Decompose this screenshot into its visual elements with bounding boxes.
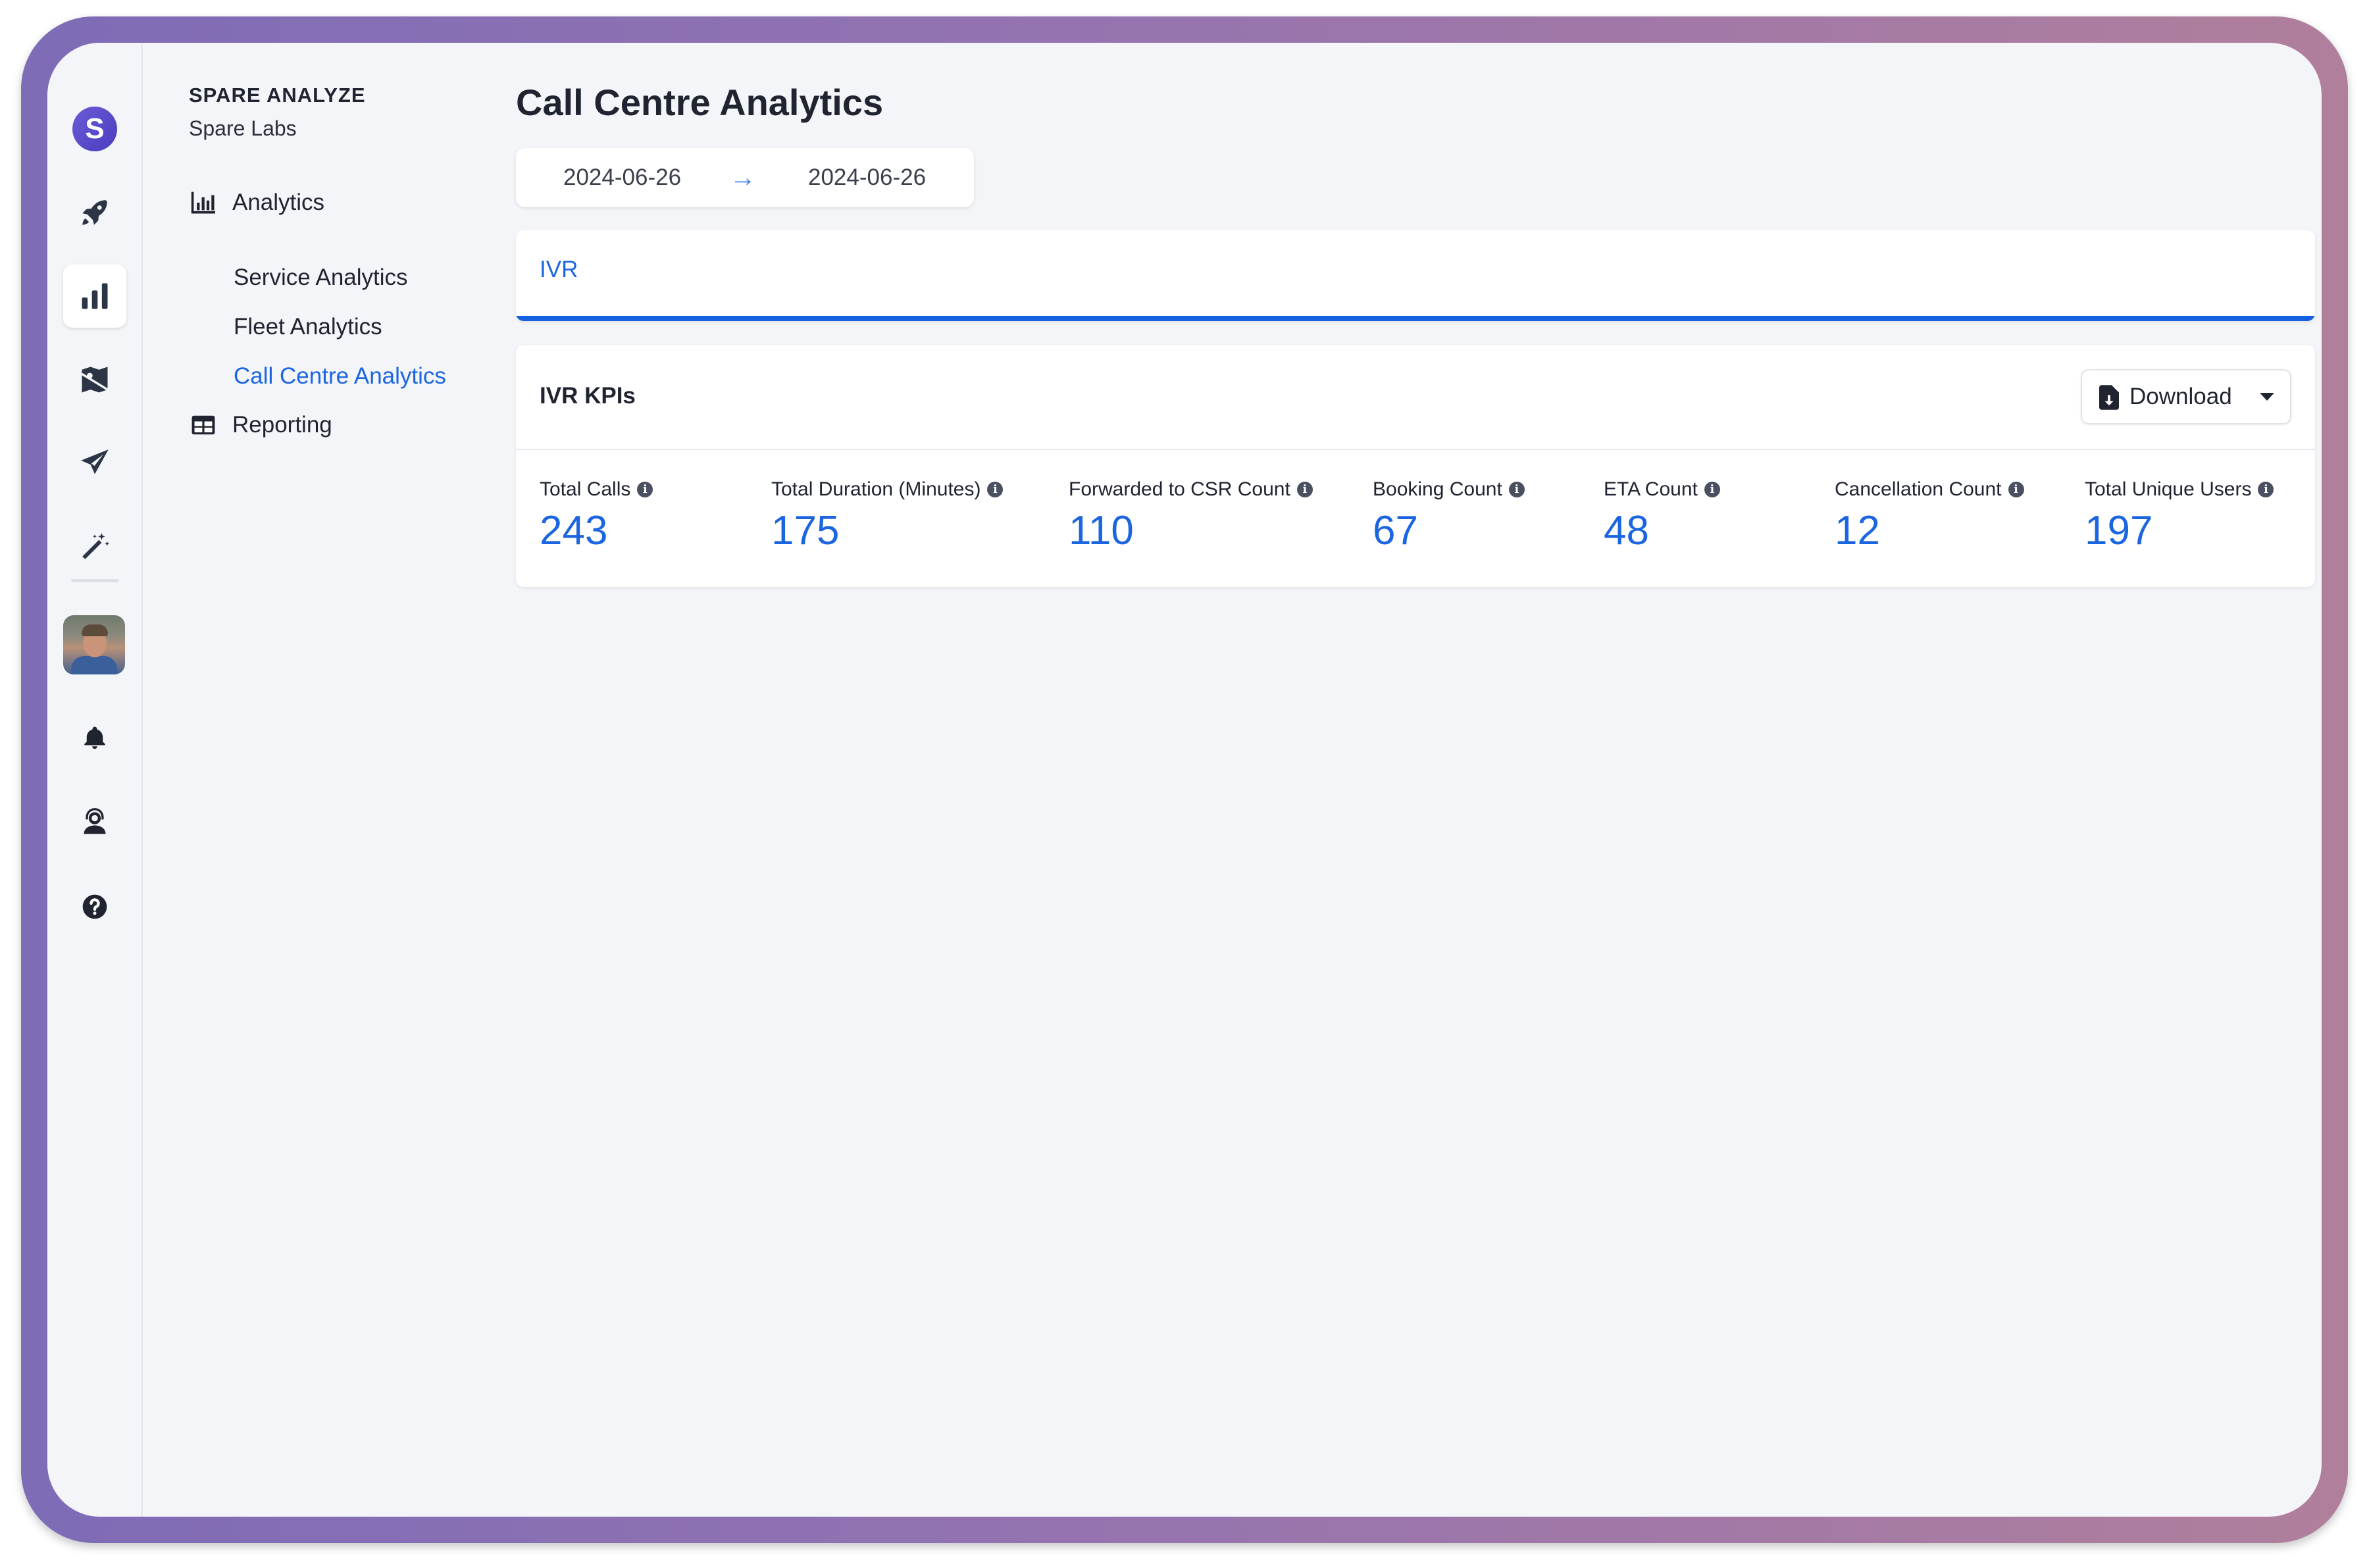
kpi-label: ETA Count [1604, 478, 1698, 500]
kpi-section-title: IVR KPIs [540, 383, 636, 409]
kpi-value: 48 [1604, 508, 1649, 553]
nav-reporting-label: Reporting [232, 412, 332, 438]
device-frame: S SPARE ANALYZE Spare Labs Analytics Ser… [21, 16, 2348, 1543]
bar-chart-icon[interactable] [63, 265, 126, 328]
info-icon[interactable]: i [2258, 482, 2274, 497]
analytics-chart-icon [189, 188, 218, 217]
kpi-value: 67 [1373, 508, 1418, 553]
app-window: S SPARE ANALYZE Spare Labs Analytics Ser… [47, 43, 2322, 1517]
kpi-label: Total Unique Users [2085, 478, 2252, 500]
page-title: Call Centre Analytics [516, 82, 884, 123]
tab-ivr[interactable]: IVR [540, 257, 578, 283]
bell-icon[interactable] [63, 707, 126, 770]
kpi-value: 110 [1069, 508, 1134, 553]
info-icon[interactable]: i [1704, 482, 1720, 497]
user-avatar[interactable] [63, 615, 125, 674]
arrow-right-icon: → [730, 163, 756, 192]
tabs-bar: IVR [516, 230, 2315, 321]
info-icon[interactable]: i [2008, 482, 2024, 497]
rocket-icon[interactable] [63, 181, 126, 244]
map-icon[interactable] [63, 348, 126, 411]
nav-reporting[interactable]: Reporting [189, 409, 332, 442]
date-end-input[interactable]: 2024-06-26 [808, 164, 926, 191]
kpi-total-calls: Total Calls i 243 [540, 476, 653, 551]
nav-fleet-analytics[interactable]: Fleet Analytics [234, 314, 382, 340]
kpi-total-duration: Total Duration (Minutes) i 175 [771, 476, 1004, 553]
date-range-picker[interactable]: 2024-06-26 → 2024-06-26 [516, 148, 974, 207]
info-icon[interactable]: i [1296, 482, 1313, 497]
kpi-value: 12 [1835, 508, 1880, 553]
spare-logo-button[interactable]: S [63, 97, 126, 161]
info-icon[interactable]: i [637, 482, 653, 497]
kpi-card: IVR KPIs Download Total Calls i 243 Total… [516, 345, 2315, 587]
caret-down-icon [2260, 393, 2274, 401]
nav-service-analytics[interactable]: Service Analytics [234, 265, 408, 291]
kpi-eta-count: ETA Count i 48 [1604, 476, 1720, 551]
nav-analytics[interactable]: Analytics [189, 186, 324, 219]
kpi-value: 197 [2085, 508, 2153, 553]
nav-call-centre-analytics[interactable]: Call Centre Analytics [234, 363, 446, 390]
kpi-card-header: IVR KPIs Download [516, 345, 2315, 450]
magic-wand-icon[interactable] [63, 515, 126, 578]
spare-logo-icon: S [72, 107, 117, 151]
download-label: Download [2129, 384, 2232, 409]
date-start-input[interactable]: 2024-06-26 [563, 164, 681, 191]
help-icon[interactable] [63, 875, 126, 938]
kpi-value: 175 [771, 508, 840, 553]
info-icon[interactable]: i [1508, 482, 1525, 497]
kpi-label: Cancellation Count [1835, 478, 2002, 500]
nav-analytics-label: Analytics [232, 190, 325, 215]
kpi-forwarded-to-csr: Forwarded to CSR Count i 110 [1069, 476, 1313, 551]
kpi-label: Forwarded to CSR Count [1069, 478, 1290, 500]
active-tab-indicator [516, 316, 2315, 321]
info-icon[interactable]: i [987, 482, 1004, 497]
kpi-label: Total Calls [540, 478, 631, 500]
paper-plane-icon[interactable] [63, 432, 126, 495]
rail-divider [71, 579, 118, 582]
main-content: Call Centre Analytics 2024-06-26 → 2024-… [516, 43, 2322, 1517]
kpi-booking-count: Booking Count i 67 [1373, 476, 1525, 551]
support-agent-icon[interactable] [63, 790, 126, 853]
file-download-icon [2099, 385, 2119, 416]
table-icon [189, 411, 218, 440]
kpi-total-unique-users: Total Unique Users i 197 [2085, 476, 2274, 551]
organization-name: Spare Labs [189, 116, 297, 140]
kpi-label: Total Duration (Minutes) [771, 478, 981, 500]
brand-title: SPARE ANALYZE [189, 84, 366, 107]
kpi-cancellation-count: Cancellation Count i 12 [1835, 476, 2024, 551]
icon-rail: S [47, 43, 143, 1517]
kpi-value: 243 [540, 508, 608, 553]
kpi-label: Booking Count [1373, 478, 1502, 500]
download-button[interactable]: Download [2081, 369, 2291, 424]
